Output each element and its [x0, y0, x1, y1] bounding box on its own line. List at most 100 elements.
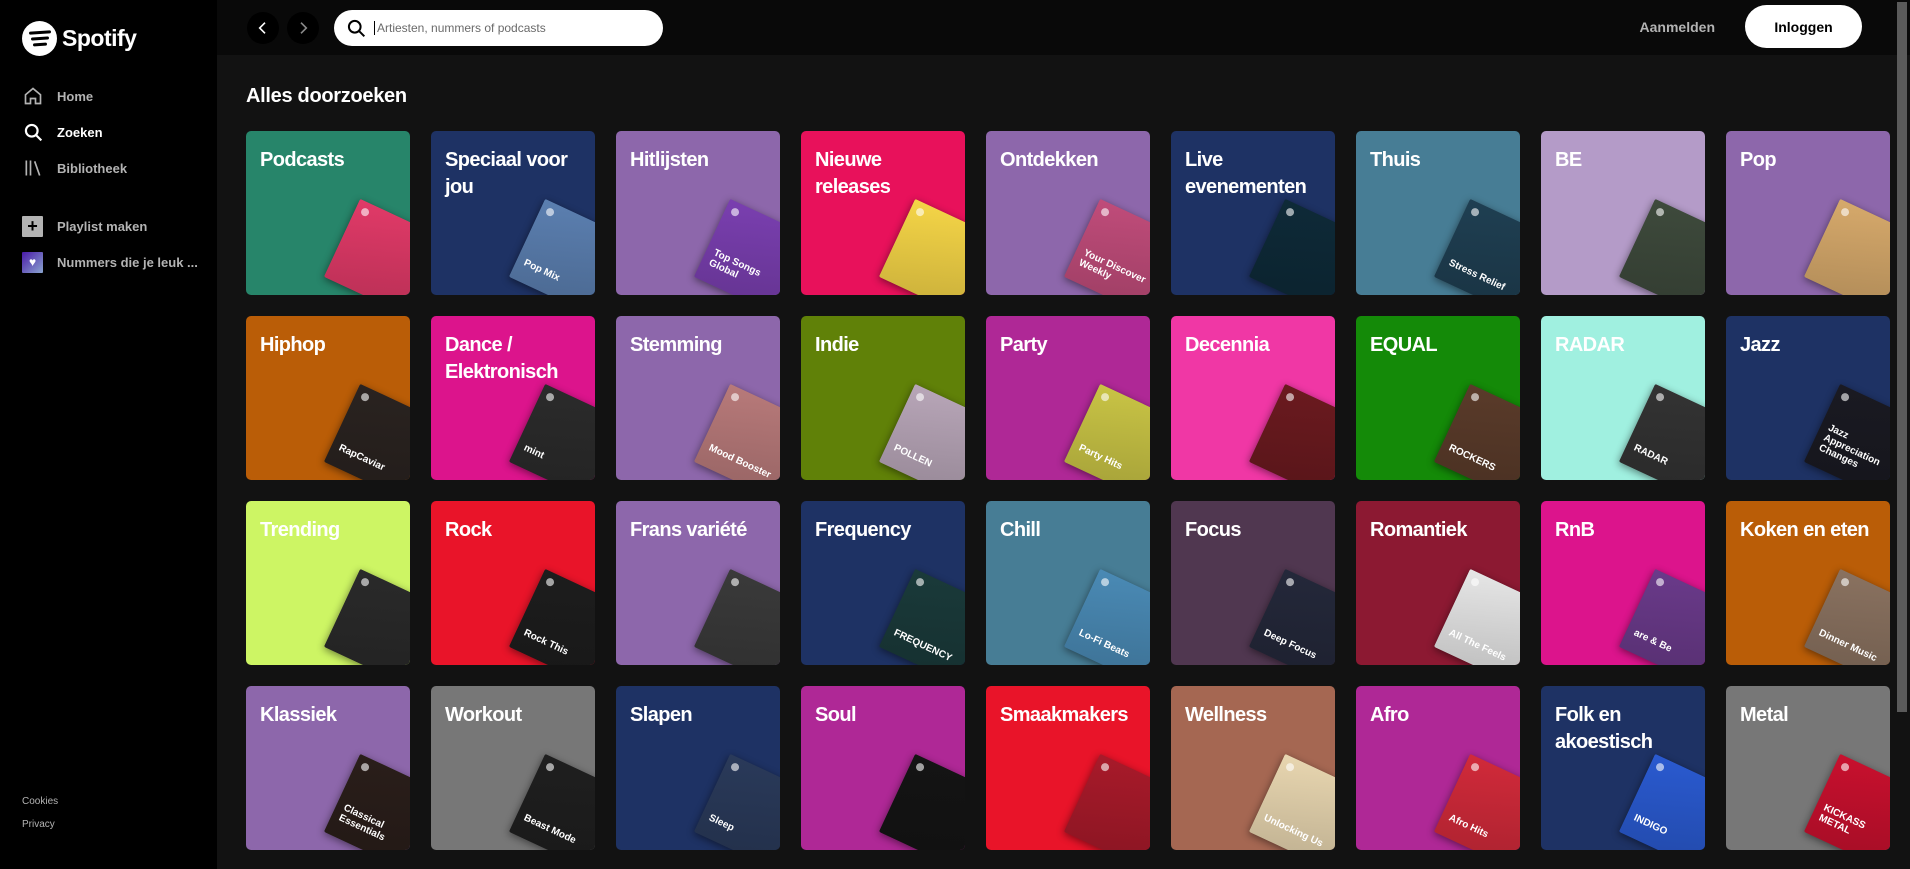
category-card[interactable]: RnB are & Be [1541, 501, 1705, 665]
category-title: BE [1555, 149, 1582, 171]
category-card[interactable]: Smaakmakers [986, 686, 1150, 850]
spotify-badge-icon [914, 761, 926, 773]
category-card[interactable]: Rock Rock This [431, 501, 595, 665]
category-title: Workout [445, 704, 522, 726]
cover-label: FREQUENCY [892, 627, 954, 665]
spotify-badge-icon [729, 761, 741, 773]
category-cover-image [323, 568, 410, 665]
category-card[interactable]: Ontdekken Your Discover Weekly [986, 131, 1150, 295]
category-card[interactable]: Focus Deep Focus [1171, 501, 1335, 665]
category-cover-image: All The Feels [1433, 568, 1520, 665]
cover-label: mint [522, 442, 546, 462]
spotify-badge-icon [1099, 761, 1111, 773]
category-card[interactable]: Thuis Stress Relief [1356, 131, 1520, 295]
cover-label: Unlocking Us [1262, 812, 1325, 850]
category-cover-image: Pop Mix [508, 198, 595, 295]
category-card[interactable]: Klassiek Classical Essentials [246, 686, 410, 850]
category-title: Podcasts [260, 149, 345, 171]
spotify-badge-icon [1099, 576, 1111, 588]
category-title: Thuis [1370, 149, 1421, 171]
scrollbar[interactable] [1897, 2, 1907, 712]
category-card[interactable]: Folk en akoestisch INDIGO [1541, 686, 1705, 850]
category-card[interactable]: BE [1541, 131, 1705, 295]
spotify-badge-icon [1839, 391, 1851, 403]
category-card[interactable]: Pop [1726, 131, 1890, 295]
category-title: Folk en akoestisch [1555, 704, 1653, 753]
cover-label: Lo-Fi Beats [1077, 627, 1132, 661]
search-input[interactable] [374, 20, 644, 35]
category-grid: Podcasts Speciaal voor jou Pop Mix Hitlijst… [246, 131, 1890, 850]
category-card[interactable]: Live evenementen [1171, 131, 1335, 295]
category-cover-image [1248, 383, 1335, 480]
chevron-left-icon [258, 21, 266, 34]
sidebar-item-library[interactable]: Bibliotheek [0, 150, 217, 186]
liked-songs-button[interactable]: ♥ Nummers die je leuk ... [0, 244, 217, 280]
cover-label [1262, 452, 1325, 480]
category-title: Hitlijsten [630, 149, 709, 171]
top-bar: Aanmelden Inloggen [217, 0, 1910, 55]
back-button[interactable] [247, 11, 279, 44]
category-card[interactable]: Koken en eten Dinner Music [1726, 501, 1890, 665]
sidebar-item-search[interactable]: Zoeken [0, 114, 217, 150]
category-cover-image: Jazz Appreciation Changes [1803, 383, 1890, 480]
category-card[interactable]: Slapen Sleep [616, 686, 780, 850]
cover-label: All The Feels [1447, 627, 1508, 664]
category-title: Decennia [1185, 334, 1270, 356]
spotify-badge-icon [1099, 206, 1111, 218]
cover-label [892, 267, 955, 295]
category-cover-image: Stress Relief [1433, 198, 1520, 295]
category-card[interactable]: Romantiek All The Feels [1356, 501, 1520, 665]
category-card[interactable]: Dance / Elektronisch mint [431, 316, 595, 480]
category-title: Frequency [815, 519, 911, 541]
category-card[interactable]: Speciaal voor jou Pop Mix [431, 131, 595, 295]
login-button[interactable]: Inloggen [1745, 5, 1862, 48]
sidebar-item-home[interactable]: Home [0, 78, 217, 114]
spotify-badge-icon [729, 576, 741, 588]
spotify-logo[interactable]: Spotify [0, 20, 217, 56]
category-card[interactable]: Jazz Jazz Appreciation Changes [1726, 316, 1890, 480]
category-card[interactable]: Trending [246, 501, 410, 665]
category-card[interactable]: Frequency FREQUENCY [801, 501, 965, 665]
category-card[interactable]: Hiphop RapCaviar [246, 316, 410, 480]
category-cover-image [1248, 198, 1335, 295]
create-playlist-button[interactable]: + Playlist maken [0, 208, 217, 244]
category-title: Nieuwe releases [815, 149, 891, 198]
category-card[interactable]: Soul [801, 686, 965, 850]
cover-label: POLLEN [892, 442, 934, 470]
category-cover-image: RapCaviar [323, 383, 410, 480]
category-cover-image: Sleep [693, 753, 780, 850]
category-title: Afro [1370, 704, 1409, 726]
sidebar-item-label: Zoeken [57, 124, 103, 140]
spotify-badge-icon [359, 576, 371, 588]
category-card[interactable]: Metal KICKASS METAL [1726, 686, 1890, 850]
category-card[interactable]: Podcasts [246, 131, 410, 295]
cover-label: RADAR [1632, 442, 1670, 468]
category-card[interactable]: Party Party Hits [986, 316, 1150, 480]
category-card[interactable]: Stemming Mood Booster [616, 316, 780, 480]
category-card[interactable]: RADAR RADAR [1541, 316, 1705, 480]
forward-button[interactable] [287, 11, 319, 44]
category-card[interactable]: Indie POLLEN [801, 316, 965, 480]
category-card[interactable]: Hitlijsten Top Songs Global [616, 131, 780, 295]
category-title: Slapen [630, 704, 693, 726]
category-card[interactable]: EQUAL ROCKERS [1356, 316, 1520, 480]
cookies-link[interactable]: Cookies [22, 795, 58, 818]
category-cover-image: mint [508, 383, 595, 480]
privacy-link[interactable]: Privacy [22, 818, 58, 841]
category-card[interactable]: Decennia [1171, 316, 1335, 480]
chevron-right-icon [300, 21, 308, 34]
category-title: Romantiek [1370, 519, 1467, 541]
spotify-badge-icon [544, 206, 556, 218]
category-card[interactable]: Wellness Unlocking Us [1171, 686, 1335, 850]
category-cover-image: Top Songs Global [693, 198, 780, 295]
sidebar: Spotify Home Zoeken Bibliotheek + Playli… [0, 0, 217, 869]
category-card[interactable]: Afro Afro Hits [1356, 686, 1520, 850]
category-cover-image [878, 753, 965, 850]
search-bar[interactable] [334, 9, 663, 46]
category-card[interactable]: Chill Lo-Fi Beats [986, 501, 1150, 665]
category-card[interactable]: Workout Beast Mode [431, 686, 595, 850]
spotify-badge-icon [544, 576, 556, 588]
category-card[interactable]: Nieuwe releases [801, 131, 965, 295]
signup-button[interactable]: Aanmelden [1640, 19, 1715, 35]
category-card[interactable]: Frans variété [616, 501, 780, 665]
